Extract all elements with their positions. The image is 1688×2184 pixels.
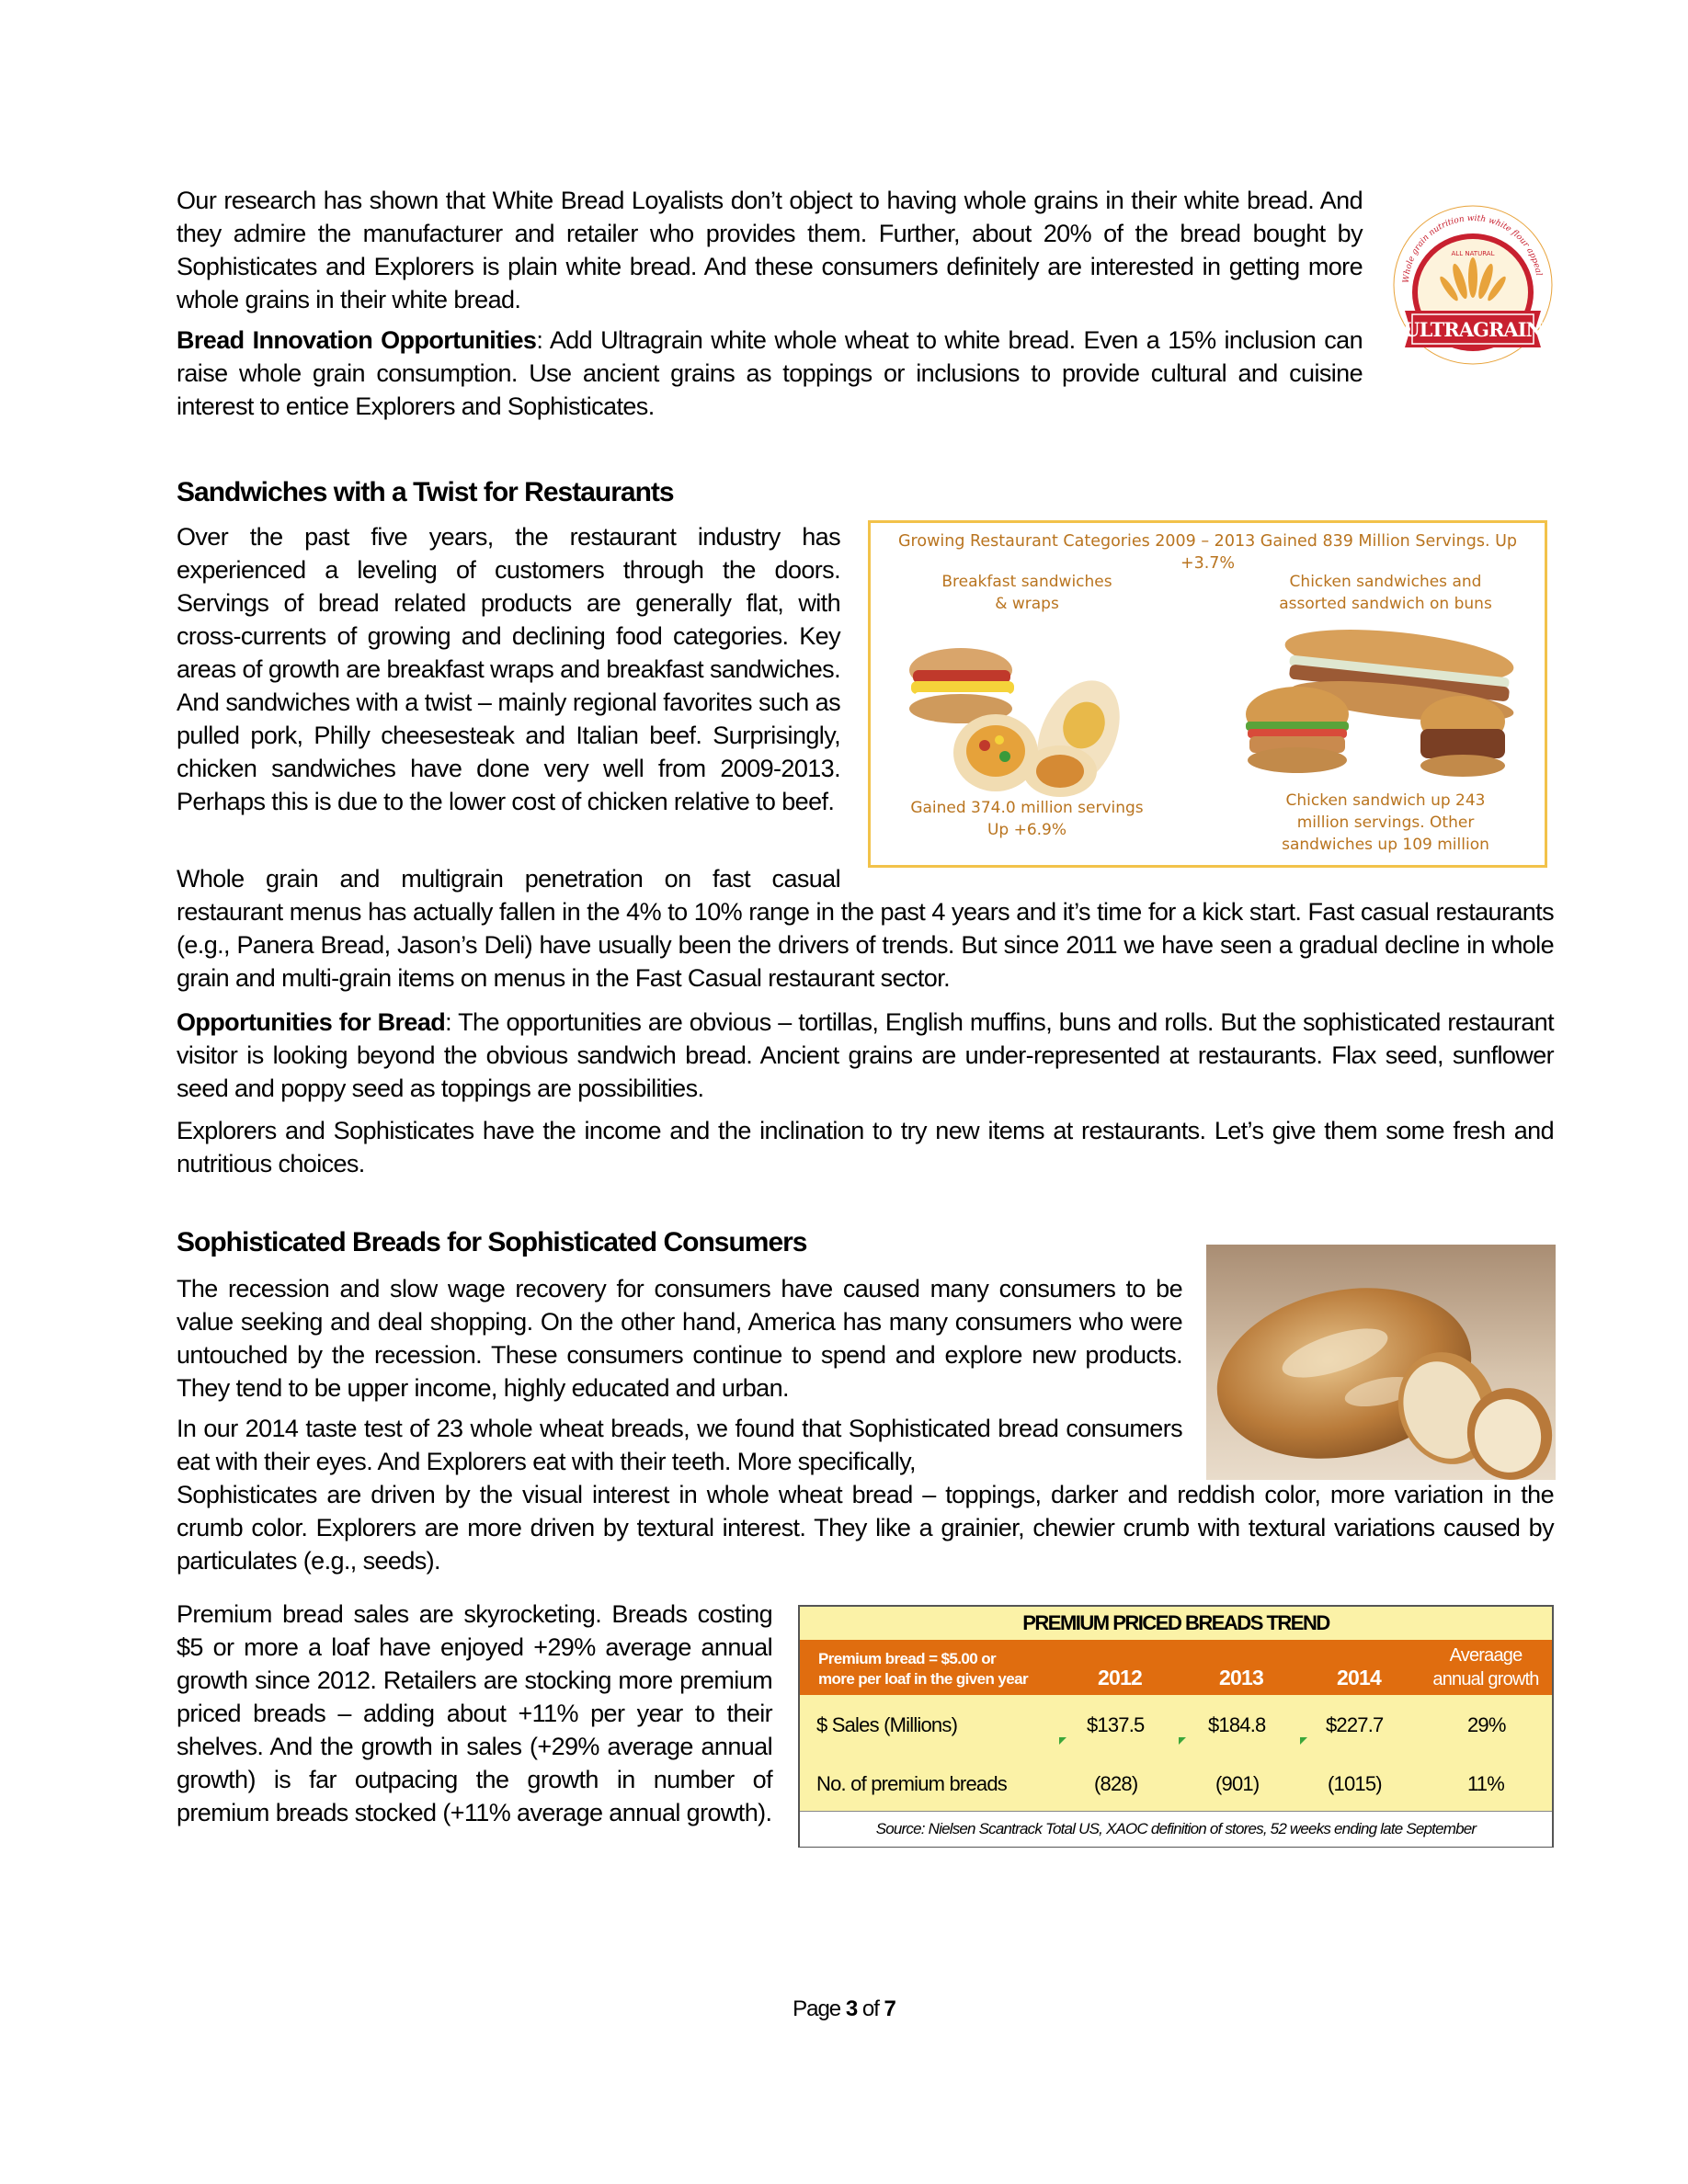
breakfast-stat-line2: Up +6.9% — [987, 821, 1067, 839]
page-current: 3 — [845, 1996, 858, 2021]
document-page: Our research has shown that White Bread … — [0, 0, 1688, 2184]
bread-innovation-paragraph: Bread Innovation Opportunities: Add Ultr… — [177, 324, 1363, 423]
header-label-line2: more per loaf in the given year — [818, 1670, 1029, 1688]
chicken-stat-line1: Chicken sandwich up 243 — [1285, 791, 1486, 810]
sales-2014: $227.7 — [1326, 1713, 1384, 1736]
chicken-label-line2: assorted sandwich on buns — [1279, 595, 1492, 613]
premium-sales-paragraph: Premium bread sales are skyrocketing. Br… — [177, 1600, 773, 1826]
sophisticated-heading: Sophisticated Breads for Sophisticated C… — [177, 1227, 807, 1257]
error-indicator-icon — [1300, 1737, 1307, 1745]
header-year-2013: 2013 — [1219, 1666, 1264, 1689]
page-middle: of — [857, 1996, 884, 2021]
chicken-stat-line3: sandwiches up 109 million — [1282, 836, 1489, 854]
intro-paragraph: Our research has shown that White Bread … — [177, 187, 1363, 313]
count-2012: (828) — [1094, 1772, 1138, 1795]
infographic-title: Growing Restaurant Categories 2009 – 201… — [898, 532, 1517, 573]
recession-paragraph: The recession and slow wage recovery for… — [177, 1275, 1183, 1402]
count-2014: (1015) — [1328, 1772, 1383, 1795]
explorers-paragraph: Explorers and Sophisticates have the inc… — [177, 1117, 1555, 1177]
artisan-bread-image — [1206, 1245, 1556, 1480]
taste-test-start: In our 2014 taste test of 23 whole wheat… — [177, 1415, 1183, 1475]
count-2013: (901) — [1215, 1772, 1260, 1795]
breakfast-label-line2: & wraps — [995, 595, 1059, 613]
header-label-line1: Premium bread = $5.00 or — [818, 1650, 997, 1667]
taste-test-paragraph: Sophisticates are driven by the visual i… — [177, 1481, 1555, 1575]
whole-grain-penetration-start: Whole grain and multigrain penetration o… — [177, 865, 841, 893]
sales-2012: $137.5 — [1087, 1713, 1145, 1736]
breakfast-stat-line1: Gained 374.0 million servings — [910, 799, 1144, 817]
count-growth: 11% — [1467, 1772, 1505, 1795]
growth-header-line2: annual growth — [1432, 1669, 1539, 1689]
chicken-label-line1: Chicken sandwiches and — [1289, 573, 1482, 591]
row-label-sales: $ Sales (Millions) — [816, 1713, 958, 1736]
row-label-count: No. of premium breads — [816, 1772, 1008, 1795]
bread-innovation-label: Bread Innovation Opportunities — [177, 326, 537, 354]
table-body: $ Sales (Millions) $137.5 $184.8 $227.7 … — [800, 1695, 1552, 1811]
table-source-note: Source: Nielsen Scantrack Total US, XAOC… — [800, 1811, 1552, 1847]
opportunities-label: Opportunities for Bread — [177, 1008, 446, 1036]
breakfast-label-line1: Breakfast sandwiches — [941, 573, 1112, 591]
chicken-stat-line2: million servings. Other — [1296, 813, 1475, 832]
chicken-sandwich-image — [1246, 630, 1514, 777]
error-indicator-icon — [1179, 1737, 1186, 1745]
sandwiches-heading: Sandwiches with a Twist for Restaurants — [177, 477, 675, 507]
sales-growth: 29% — [1467, 1713, 1506, 1736]
breakfast-sandwich-image — [909, 648, 1120, 797]
header-year-2014: 2014 — [1337, 1666, 1382, 1689]
sales-2013: $184.8 — [1208, 1713, 1266, 1736]
logo-brand-text: ULTRAGRAIN — [1403, 318, 1543, 341]
ultragrain-logo: Whole grain nutrition with white flour a… — [1393, 205, 1553, 365]
premium-breads-table: PREMIUM PRICED BREADS TREND Premium brea… — [798, 1605, 1554, 1848]
table-header-row: Premium bread = $5.00 or more per loaf i… — [800, 1640, 1552, 1695]
whole-grain-penetration-paragraph: restaurant menus has actually fallen in … — [177, 898, 1555, 992]
page-number: Page 3 of 7 — [0, 1996, 1688, 2022]
table-title: PREMIUM PRICED BREADS TREND — [800, 1607, 1552, 1640]
error-indicator-icon — [1059, 1737, 1066, 1745]
header-year-2012: 2012 — [1098, 1666, 1143, 1689]
growth-header-line1: Averaage — [1449, 1645, 1523, 1666]
logo-top-text: ALL NATURAL — [1452, 250, 1495, 257]
opportunities-for-bread-paragraph: Opportunities for Bread: The opportuniti… — [177, 1006, 1555, 1105]
restaurant-categories-infographic: Growing Restaurant Categories 2009 – 201… — [868, 520, 1547, 868]
sandwiches-paragraph: Over the past five years, the restaurant… — [177, 523, 841, 815]
page-prefix: Page — [793, 1996, 846, 2021]
page-total: 7 — [884, 1996, 896, 2021]
